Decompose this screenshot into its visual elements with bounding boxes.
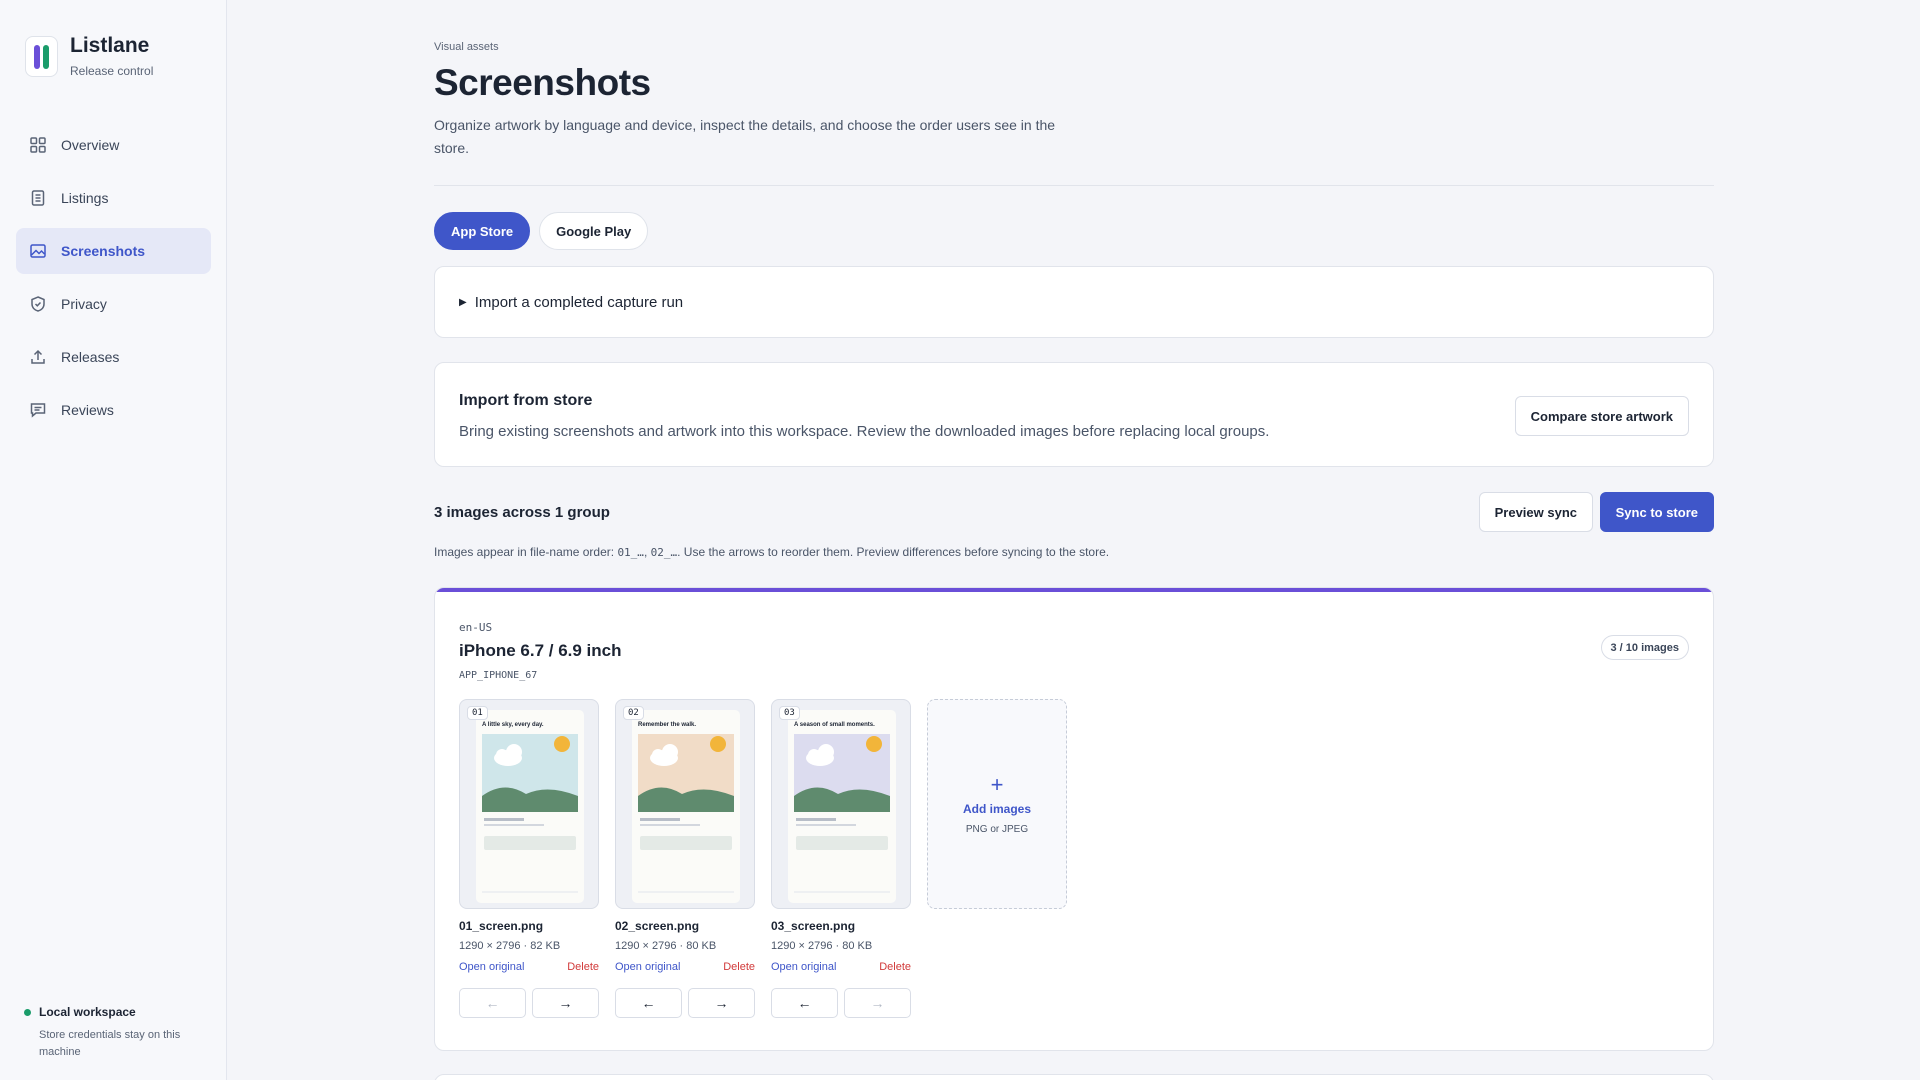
image-icon [29,242,47,260]
chat-icon [29,401,47,419]
tab-app-store[interactable]: App Store [434,212,531,250]
upload-icon [29,348,47,366]
screenshot-thumbnail[interactable]: 02 Remember the walk. [615,699,755,909]
open-original-link[interactable]: Open original [615,961,680,973]
workspace-title: Local workspace [39,1005,136,1019]
app-logo [25,36,58,77]
compare-store-artwork-button[interactable]: Compare store artwork [1514,396,1689,436]
add-images-label: Add images [962,801,1031,816]
sidebar-item-screenshots[interactable]: Screenshots [16,228,211,274]
group-device: iPhone 6.7 / 6.9 inch [459,641,622,660]
brand: Listlane Release control [25,34,153,78]
delete-link[interactable]: Delete [723,961,755,973]
screenshot-index: 01 [467,706,488,720]
open-original-link[interactable]: Open original [771,961,836,973]
sidebar-item-listings[interactable]: Listings [16,175,211,221]
phone-preview: A little sky, every day. [476,710,584,903]
arrow-left-icon: ← [797,995,812,1011]
screenshot-item: 03 A season of small moments. 03_screen.… [771,699,911,1018]
screenshot-thumbnail[interactable]: 01 A little sky, every day. [459,699,599,909]
capture-run-label: Import a completed capture run [474,293,684,311]
move-left-button[interactable]: ← [459,988,526,1018]
screenshot-filename: 01_screen.png [459,919,544,933]
sidebar-item-label: Listings [61,190,109,206]
arrow-right-icon: → [558,995,573,1011]
screenshot-group: en-US iPhone 6.7 / 6.9 inch APP_IPHONE_6… [434,587,1714,1051]
status-dot [24,1008,31,1016]
order-hint: Images appear in file-name order: 01_…, … [434,545,1110,559]
add-images-dropzone[interactable]: + Add images PNG or JPEG [927,699,1067,909]
move-right-button[interactable]: → [844,988,911,1018]
move-left-button[interactable]: ← [615,988,682,1018]
next-group-card [434,1074,1714,1080]
group-accent-bar [435,588,1713,592]
divider [434,185,1714,186]
screenshot-filename: 02_screen.png [615,919,700,933]
arrow-left-icon: ← [641,995,656,1011]
triangle-right-icon: ▶ [459,296,467,308]
open-original-link[interactable]: Open original [459,961,524,973]
sidebar-item-label: Overview [61,137,120,153]
sidebar-item-reviews[interactable]: Reviews [16,387,211,433]
screenshot-item: 02 Remember the walk. 02_screen.png 1290… [615,699,755,1018]
screenshot-meta: 1290 × 2796 · 80 KB [771,940,873,952]
sidebar-item-label: Releases [61,349,120,365]
document-icon [29,189,47,207]
sidebar-item-releases[interactable]: Releases [16,334,211,380]
group-locale: en-US [459,621,493,634]
delete-link[interactable]: Delete [879,961,911,973]
sidebar-nav: Overview Listings Screenshots Privacy Re… [16,122,211,440]
page-description: Organize artwork by language and device,… [434,117,1056,156]
screenshot-index: 03 [779,706,800,720]
delete-link[interactable]: Delete [567,961,599,973]
screenshot-item: 01 A little sky, every day. 01_screen.pn… [459,699,599,1018]
svg-text:A little sky, every day.: A little sky, every day. [482,722,544,728]
move-right-button[interactable]: → [532,988,599,1018]
svg-text:Remember the walk.: Remember the walk. [638,722,696,728]
sidebar-item-privacy[interactable]: Privacy [16,281,211,327]
store-tabs: App Store Google Play [434,212,649,250]
screenshot-filename: 03_screen.png [771,919,856,933]
capture-run-disclosure[interactable]: ▶ Import a completed capture run [434,266,1714,338]
arrow-right-icon: → [870,995,885,1011]
sidebar: Listlane Release control Overview Listin… [0,0,227,1080]
import-description: Bring existing screenshots and artwork i… [459,423,1270,440]
sidebar-item-label: Privacy [61,296,107,312]
shield-icon [29,295,47,313]
plus-icon: + [990,771,1004,797]
phone-preview: Remember the walk. [632,710,740,903]
grid-icon [29,136,47,154]
sidebar-item-label: Screenshots [61,243,146,259]
sidebar-item-label: Reviews [61,402,114,418]
workspace-status: Local workspace Store credentials stay o… [24,1005,214,1061]
tab-google-play[interactable]: Google Play [539,212,649,250]
move-right-button[interactable]: → [688,988,755,1018]
add-images-hint: PNG or JPEG [965,823,1029,835]
image-count: 3 images across 1 group [434,504,610,521]
page-title: Screenshots [434,62,651,103]
screenshot-list: 01 A little sky, every day. 01_screen.pn… [459,699,1067,1018]
sidebar-item-overview[interactable]: Overview [16,122,211,168]
screenshot-index: 02 [623,706,644,720]
phone-preview: A season of small moments. [788,710,896,903]
preview-sync-button[interactable]: Preview sync [1478,492,1593,532]
screenshot-meta: 1290 × 2796 · 82 KB [459,940,561,952]
workspace-subtitle: Store credentials stay on this machine [39,1029,181,1058]
arrow-right-icon: → [714,995,729,1011]
app-name: Listlane [70,34,150,57]
import-from-store-card: Import from store Bring existing screens… [434,362,1714,467]
page-eyebrow: Visual assets [434,41,499,53]
group-device-code: APP_IPHONE_67 [459,670,538,681]
move-left-button[interactable]: ← [771,988,838,1018]
svg-text:A season of small moments.: A season of small moments. [794,722,875,728]
arrow-left-icon: ← [485,995,500,1011]
import-title: Import from store [459,392,593,409]
sync-to-store-button[interactable]: Sync to store [1599,492,1714,532]
screenshot-thumbnail[interactable]: 03 A season of small moments. [771,699,911,909]
app-subtitle: Release control [70,64,154,78]
screenshot-meta: 1290 × 2796 · 80 KB [615,940,717,952]
image-count-badge: 3 / 10 images [1600,635,1689,660]
